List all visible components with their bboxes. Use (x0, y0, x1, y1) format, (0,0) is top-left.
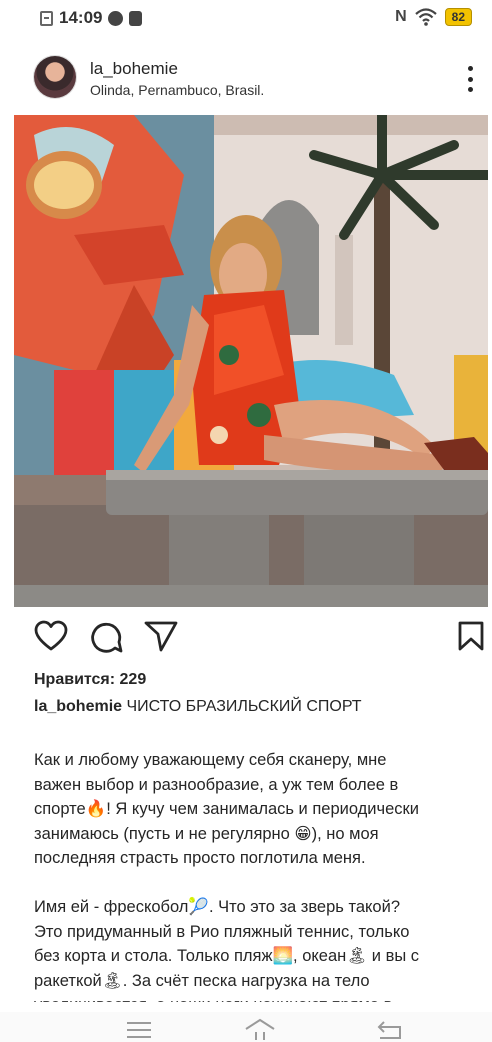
shield-icon (129, 10, 143, 26)
caption-line-cut: увеличивается, а наши ноги начинают прям… (34, 993, 474, 1002)
caption-header: la_bohemie ЧИСТО БРАЗИЛЬСКИЙ СПОРТ (34, 698, 362, 716)
home-icon[interactable] (244, 1018, 276, 1040)
caption-line: занимаюсь (пусть и не регулярно 😁), но м… (34, 824, 379, 843)
like-heart-icon[interactable] (34, 620, 68, 652)
caption-line: последняя страсть просто поглотила меня. (34, 849, 366, 868)
post-photo[interactable] (14, 115, 488, 607)
caption-username[interactable]: la_bohemie (34, 698, 122, 715)
vpn-icon (108, 10, 124, 26)
caption-paragraph-2: Имя ей - фрескобол🎾. Что это за зверь та… (34, 895, 474, 1002)
caption-paragraph-1: Как и любому уважающему себя сканеру, мн… (34, 748, 474, 871)
caption-line: важен выбор и разнообразие, а уж тем бол… (34, 775, 399, 794)
caption-line: Это придуманный в Рио пляжный теннис, то… (34, 922, 410, 941)
caption-line: ракеткой🏝. За счёт песка нагрузка на тел… (34, 971, 370, 990)
back-icon[interactable] (376, 1018, 404, 1040)
share-send-icon[interactable] (144, 620, 178, 652)
caption-line: без корта и стола. Только пляж🌅, океан🏝 … (34, 947, 420, 966)
likes-count[interactable]: Нравится: 229 (34, 671, 146, 689)
caption-line: спорте🔥! Я кучу чем занималась и периоди… (34, 800, 419, 819)
more-options-icon[interactable] (466, 66, 474, 92)
post-photo-illustration (14, 115, 488, 607)
post-actions (0, 618, 492, 658)
battery-icon: 82 (444, 8, 472, 26)
status-bar: 14:09 N 82 (0, 0, 492, 36)
status-left: 14:09 (40, 8, 143, 28)
nfc-icon: N (395, 8, 407, 25)
status-right: N 82 (395, 8, 472, 26)
menu-icon[interactable] (126, 1020, 152, 1040)
notification-box-icon (40, 10, 53, 26)
post-location[interactable]: Olinda, Pernambuco, Brasil. (90, 82, 264, 98)
avatar[interactable] (34, 56, 76, 98)
caption-body: Как и любому уважающему себя сканеру, мн… (34, 748, 474, 1026)
comment-icon[interactable] (90, 620, 124, 654)
status-time: 14:09 (59, 8, 103, 27)
post-username[interactable]: la_bohemie (90, 59, 178, 79)
save-bookmark-icon[interactable] (458, 621, 484, 651)
caption-line: Имя ей - фрескобол🎾. Что это за зверь та… (34, 897, 400, 916)
wifi-icon (414, 8, 437, 26)
system-nav-bar (0, 1012, 492, 1042)
caption-title: ЧИСТО БРАЗИЛЬСКИЙ СПОРТ (126, 698, 362, 715)
caption-line: Как и любому уважающему себя сканеру, мн… (34, 751, 387, 769)
post-header: la_bohemie Olinda, Pernambuco, Brasil. (0, 52, 492, 108)
